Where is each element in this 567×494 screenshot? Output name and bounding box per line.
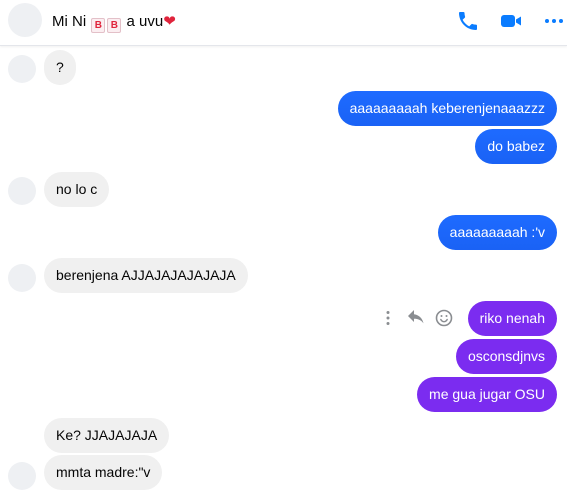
message-bubble-incoming[interactable]: no lo c [44,172,110,207]
message-bubble-outgoing[interactable]: osconsdjnvs [455,339,557,374]
heart-icon: ❤ [163,13,176,30]
message-bubble-outgoing[interactable]: do babez [475,129,557,164]
message-bubble-outgoing[interactable]: aaaaaaaaah keberenjenaaazzz [337,91,557,126]
sender-avatar [8,462,36,490]
message-bubble-outgoing[interactable]: aaaaaaaaah :'v [437,215,557,250]
message-bubble-incoming[interactable]: mmta madre:"v [44,455,163,490]
contact-name-prefix: Mi Ni [52,13,87,30]
more-vertical-icon[interactable] [378,308,398,328]
b-emoji-icon: B [107,18,122,33]
reply-icon[interactable] [406,308,426,328]
react-smiley-icon[interactable] [434,308,454,328]
more-options-icon[interactable] [542,9,566,33]
message-bubble-outgoing[interactable]: me gua jugar OSU [417,377,557,412]
message-bubble-outgoing[interactable]: riko nenah [467,301,557,336]
b-emoji-icon: B [91,18,106,33]
contact-name-suffix: a uvu [126,13,164,30]
contact-name[interactable]: Mi Ni BB a uvu❤ [52,12,176,33]
chat-header: Mi Ni BB a uvu❤ [0,0,567,46]
sender-avatar [8,264,36,292]
message-bubble-incoming[interactable]: ? [44,50,76,85]
video-camera-icon[interactable] [499,9,523,33]
sender-avatar [8,177,36,205]
message-bubble-incoming[interactable]: berenjena AJJAJAJAJAJAJA [44,258,248,293]
contact-avatar[interactable] [8,3,42,37]
phone-icon[interactable] [456,9,480,33]
message-bubble-incoming[interactable]: Ke? JJAJAJAJA [44,418,170,453]
sender-avatar [8,55,36,83]
